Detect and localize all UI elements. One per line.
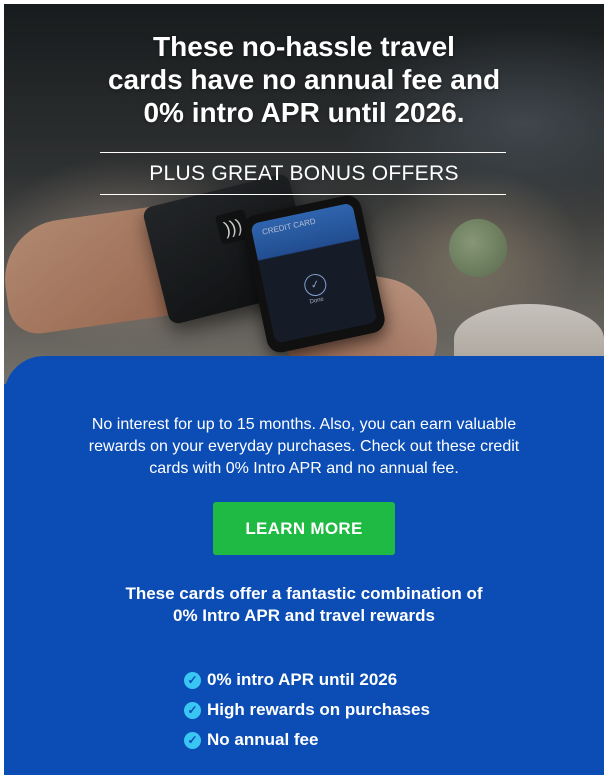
benefit-item: ✓ No annual fee [184,725,430,755]
headline: These no-hassle travel cards have no ann… [4,30,604,129]
body-line: cards with 0% Intro APR and no annual fe… [149,460,459,477]
benefit-item: ✓ High rewards on purchases [184,695,430,725]
offer-text: These cards offer a fantastic combinatio… [64,583,544,627]
ad-frame: ))) CREDIT CARD ✓ Done These no-hassle t… [4,4,604,775]
subheading: PLUS GREAT BONUS OFFERS [149,162,459,185]
offer-panel: No interest for up to 15 months. Also, y… [4,356,604,775]
divider-bottom [100,194,506,195]
headline-line: cards have no annual fee and [107,64,501,95]
body-line: No interest for up to 15 months. Also, y… [91,416,517,433]
check-circle-icon: ✓ [184,731,201,749]
learn-more-button[interactable]: LEARN MORE [213,502,395,555]
benefits-list: ✓ 0% intro APR until 2026 ✓ High rewards… [184,665,430,755]
offer-line: 0% Intro APR and travel rewards [172,606,435,625]
headline-line: These no-hassle travel [153,31,455,62]
benefit-label: No annual fee [207,730,319,749]
check-circle-icon: ✓ [184,671,201,689]
check-circle-icon: ✓ [184,701,201,719]
offer-line: These cards offer a fantastic combinatio… [125,584,483,603]
headline-line: 0% intro APR until 2026. [143,97,465,128]
benefit-label: 0% intro APR until 2026 [207,670,398,689]
body-line: rewards on your everyday purchases. Chec… [88,438,520,455]
body-text: No interest for up to 15 months. Also, y… [59,414,549,480]
divider-top [100,152,506,153]
benefit-label: High rewards on purchases [207,700,430,719]
benefit-item: ✓ 0% intro APR until 2026 [184,665,430,695]
